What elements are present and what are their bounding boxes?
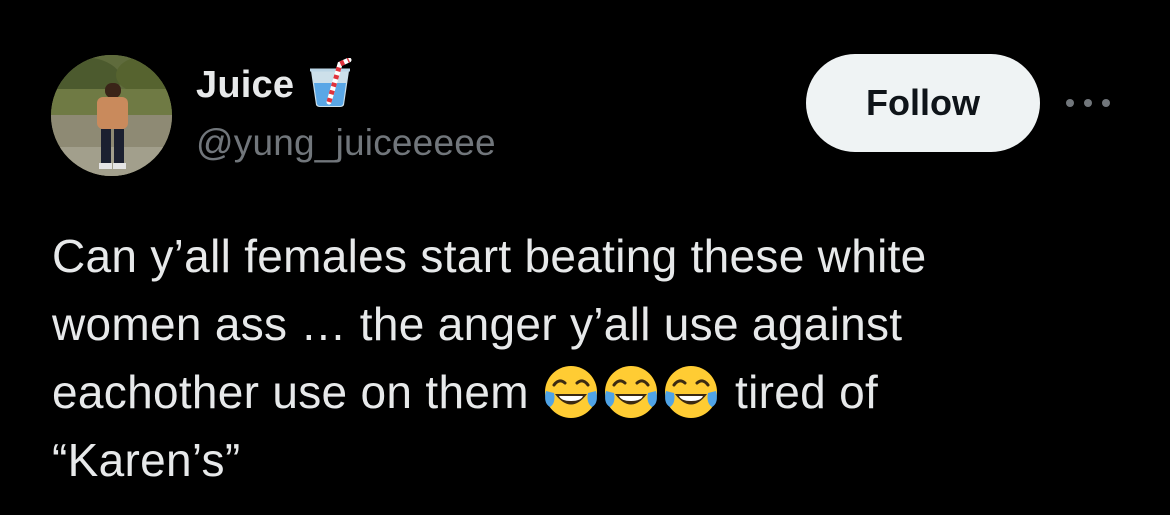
glass-with-straw-icon — [308, 57, 352, 113]
display-name[interactable]: Juice — [196, 64, 294, 107]
tweet-line-4: “Karen’s” — [52, 434, 241, 486]
tweet-text: Can y’all females start beating these wh… — [52, 222, 1132, 494]
author-name-row: Juice — [196, 57, 352, 113]
follow-button[interactable]: Follow — [806, 54, 1040, 152]
face-with-tears-of-joy-icon — [662, 363, 720, 421]
face-with-tears-of-joy-icon — [542, 363, 600, 421]
more-dots-icon — [1066, 99, 1110, 107]
avatar-photo — [51, 55, 172, 176]
tweet-line-3-end: tired of — [721, 366, 879, 418]
face-with-tears-of-joy-icon — [602, 363, 660, 421]
tweet-line-1: Can y’all females start beating these wh… — [52, 230, 927, 282]
more-options-button[interactable] — [1060, 88, 1116, 118]
avatar[interactable] — [51, 55, 172, 176]
tweet-line-3: eachother use on them tired of — [52, 358, 1132, 426]
tweet-line-3-start: eachother use on them — [52, 366, 542, 418]
user-handle[interactable]: @yung_juiceeeee — [196, 122, 496, 164]
tweet-line-2: women ass … the anger y’all use against — [52, 298, 903, 350]
